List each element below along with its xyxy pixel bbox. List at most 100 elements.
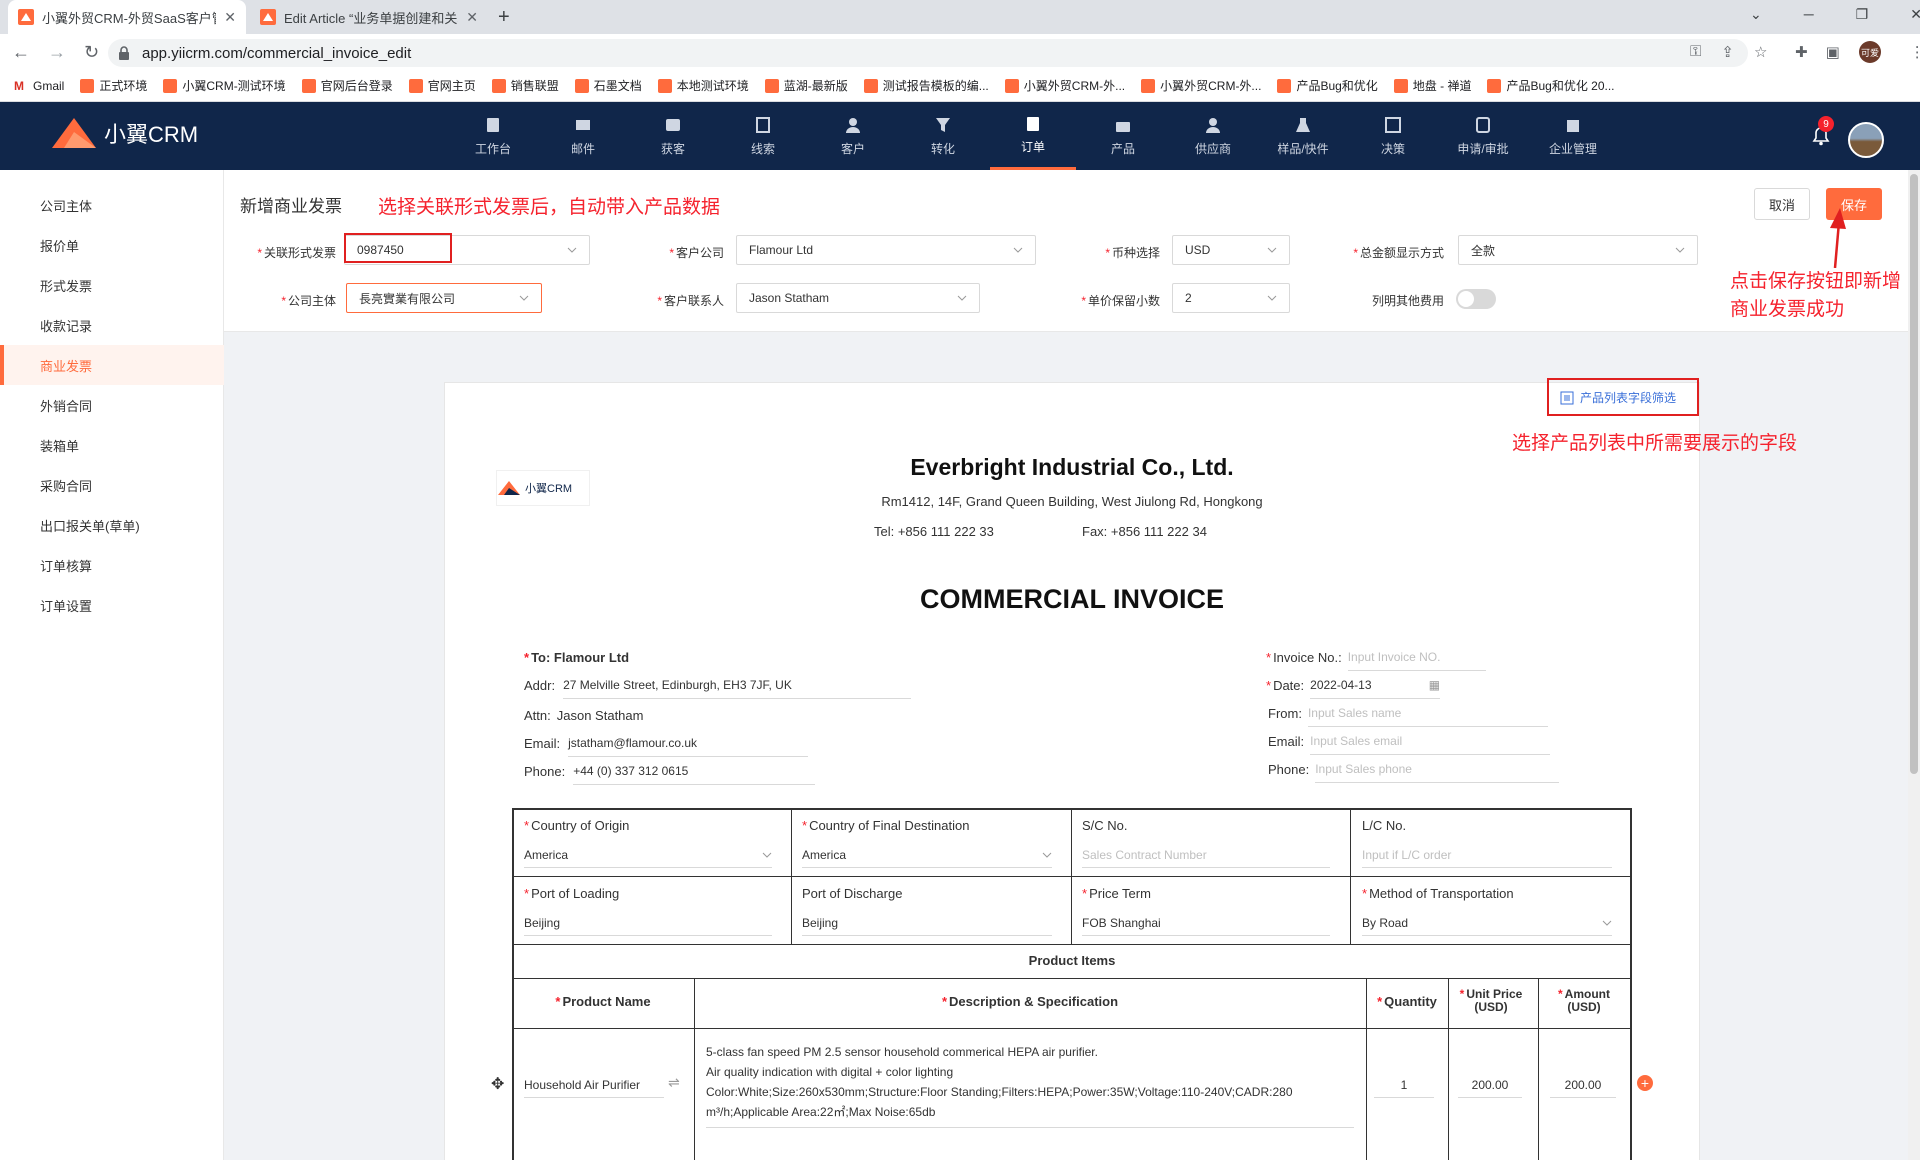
add-row-icon[interactable]: + bbox=[1637, 1075, 1653, 1091]
swap-product-icon[interactable]: ⇌ bbox=[668, 1074, 680, 1091]
email-input[interactable]: jstatham@flamour.co.uk bbox=[568, 736, 809, 757]
phone-input[interactable]: +44 (0) 337 312 0615 bbox=[573, 764, 816, 785]
bookmark-favicon-icon bbox=[301, 78, 316, 93]
origin-select[interactable]: America bbox=[524, 842, 772, 868]
sales-email-input[interactable]: Input Sales email bbox=[1310, 734, 1551, 755]
bookmark-item[interactable]: 小翼外贸CRM-外... bbox=[1141, 77, 1261, 94]
sales-phone-input[interactable]: Input Sales phone bbox=[1315, 762, 1560, 783]
bookmark-item[interactable]: 小翼CRM-测试环境 bbox=[163, 77, 286, 94]
new-tab-button[interactable]: + bbox=[498, 6, 510, 29]
sidebar-item[interactable]: 报价单 bbox=[0, 225, 224, 265]
tab-search-chevron-icon[interactable]: ⌄ bbox=[1750, 6, 1762, 23]
nav-item[interactable]: 产品 bbox=[1080, 102, 1166, 170]
port-loading-input[interactable]: Beijing bbox=[524, 910, 772, 936]
lc-input[interactable]: Input if L/C order bbox=[1362, 842, 1612, 868]
attn-value[interactable]: Jason Statham bbox=[557, 708, 644, 723]
decimals-select[interactable]: 2 bbox=[1172, 283, 1290, 313]
product-name-input[interactable]: Household Air Purifier bbox=[524, 1072, 664, 1098]
window-minimize-icon[interactable]: ─ bbox=[1804, 6, 1814, 23]
nav-item[interactable]: 线索 bbox=[720, 102, 806, 170]
bookmark-item[interactable]: 石墨文档 bbox=[574, 77, 642, 94]
nav-item[interactable]: 邮件 bbox=[540, 102, 626, 170]
description-textarea[interactable]: 5-class fan speed PM 2.5 sensor househol… bbox=[706, 1040, 1354, 1128]
nav-item[interactable]: 订单 bbox=[990, 102, 1076, 170]
sidebar-item[interactable]: 收款记录 bbox=[0, 305, 224, 345]
sc-input[interactable]: Sales Contract Number bbox=[1082, 842, 1330, 868]
nav-item[interactable]: 客户 bbox=[810, 102, 896, 170]
sidebar-item-label: 外销合同 bbox=[40, 398, 93, 414]
bookmark-item[interactable]: 本地测试环境 bbox=[657, 77, 749, 94]
bookmark-item[interactable]: 销售联盟 bbox=[491, 77, 559, 94]
nav-item[interactable]: 决策 bbox=[1350, 102, 1436, 170]
buyer-name: To: Flamour Ltd bbox=[531, 650, 630, 665]
bookmark-item[interactable]: 产品Bug和优化 bbox=[1277, 77, 1378, 94]
sidebar-item[interactable]: 出口报关单(草单) bbox=[0, 505, 224, 545]
bookmark-item[interactable]: 地盘 - 禅道 bbox=[1393, 77, 1471, 94]
nav-item[interactable]: 转化 bbox=[900, 102, 986, 170]
sidebar-item[interactable]: 形式发票 bbox=[0, 265, 224, 305]
sidebar-item[interactable]: 外销合同 bbox=[0, 385, 224, 425]
sidebar-item[interactable]: 装箱单 bbox=[0, 425, 224, 465]
url-bar[interactable]: app.yiicrm.com/commercial_invoice_edit bbox=[108, 39, 1748, 67]
from-input[interactable]: Input Sales name bbox=[1307, 706, 1548, 727]
bookmark-star-icon[interactable]: ☆ bbox=[1754, 43, 1767, 61]
addr-input[interactable]: 27 Melville Street, Edinburgh, EH3 7JF, … bbox=[563, 678, 912, 699]
price-term-input[interactable]: FOB Shanghai bbox=[1082, 910, 1330, 936]
sidebar-item[interactable]: 订单设置 bbox=[0, 585, 224, 625]
unit-price-input[interactable]: 200.00 bbox=[1458, 1072, 1522, 1098]
sidebar-item[interactable]: 商业发票 bbox=[0, 345, 224, 385]
amount-input[interactable]: 200.00 bbox=[1550, 1072, 1616, 1098]
page-scrollbar[interactable] bbox=[1908, 170, 1920, 1160]
invoice-no-input[interactable]: Input Invoice NO. bbox=[1347, 650, 1486, 671]
nav-item[interactable]: 工作台 bbox=[450, 102, 536, 170]
cancel-button[interactable]: 取消 bbox=[1754, 188, 1810, 220]
reload-icon[interactable]: ↻ bbox=[84, 42, 99, 63]
bookmark-item[interactable]: 小翼外贸CRM-外... bbox=[1004, 77, 1125, 94]
key-icon[interactable]: ⚿ bbox=[1690, 43, 1701, 61]
tab-close-icon[interactable]: ✕ bbox=[466, 9, 478, 26]
contact-select[interactable]: Jason Statham bbox=[736, 283, 980, 313]
profile-avatar[interactable]: 可爱 bbox=[1859, 41, 1881, 63]
port-discharge-input[interactable]: Beijing bbox=[802, 910, 1052, 936]
bookmark-item[interactable]: 官网后台登录 bbox=[301, 77, 393, 94]
sales-email-label: Email: bbox=[1268, 734, 1305, 749]
nav-item[interactable]: 申请/审批 bbox=[1440, 102, 1526, 170]
window-restore-icon[interactable]: ❐ bbox=[1856, 6, 1869, 23]
drag-handle-icon[interactable]: ✥ bbox=[491, 1074, 504, 1094]
transport-select[interactable]: By Road bbox=[1362, 910, 1612, 936]
bookmark-item[interactable]: 测试报告模板的编... bbox=[863, 77, 989, 94]
date-picker[interactable]: 2022-04-13 ▦ bbox=[1310, 678, 1441, 699]
bookmark-item[interactable]: 产品Bug和优化 20... bbox=[1487, 77, 1615, 94]
side-panel-icon[interactable]: ▣ bbox=[1826, 43, 1840, 61]
nav-item[interactable]: 企业管理 bbox=[1530, 102, 1616, 170]
destination-select[interactable]: America bbox=[802, 842, 1052, 868]
company-select[interactable]: 長亮實業有限公司 bbox=[346, 283, 542, 313]
forward-arrow-icon[interactable]: → bbox=[48, 42, 66, 63]
sidebar-item[interactable]: 订单核算 bbox=[0, 545, 224, 585]
tab-close-icon[interactable]: ✕ bbox=[224, 9, 236, 26]
sidebar-item[interactable]: 公司主体 bbox=[0, 185, 224, 225]
other-fee-toggle[interactable] bbox=[1456, 289, 1496, 309]
currency-select[interactable]: USD bbox=[1172, 235, 1290, 265]
nav-item[interactable]: 供应商 bbox=[1170, 102, 1256, 170]
browser-menu-icon[interactable]: ⋮ bbox=[1910, 43, 1920, 61]
app-logo[interactable]: 小翼CRM bbox=[50, 116, 198, 150]
extensions-icon[interactable]: ✚ bbox=[1795, 43, 1808, 61]
sidebar-item[interactable]: 采购合同 bbox=[0, 465, 224, 505]
quantity-input[interactable]: 1 bbox=[1374, 1072, 1434, 1098]
bookmark-item[interactable]: M Gmail bbox=[14, 77, 64, 94]
nav-item[interactable]: 获客 bbox=[630, 102, 716, 170]
browser-tab-active[interactable]: 小翼外贸CRM-外贸SaaS客户管理 ✕ bbox=[8, 0, 246, 34]
bookmark-item[interactable]: 蓝湖-最新版 bbox=[764, 77, 848, 94]
user-avatar[interactable] bbox=[1848, 122, 1884, 158]
total-mode-select[interactable]: 全款 bbox=[1458, 235, 1698, 265]
customer-select[interactable]: Flamour Ltd bbox=[736, 235, 1036, 265]
browser-tab[interactable]: Edit Article “业务单据创建和关联 ✕ bbox=[250, 0, 488, 34]
back-arrow-icon[interactable]: ← bbox=[12, 42, 30, 63]
field-filter-button[interactable]: 产品列表字段筛选 bbox=[1560, 389, 1676, 406]
bookmark-item[interactable]: 正式环境 bbox=[80, 77, 147, 94]
nav-item[interactable]: 样品/快件 bbox=[1260, 102, 1346, 170]
share-icon[interactable]: ⇪ bbox=[1721, 43, 1734, 61]
window-close-icon[interactable]: ✕ bbox=[1910, 6, 1920, 23]
bookmark-item[interactable]: 官网主页 bbox=[408, 77, 476, 94]
